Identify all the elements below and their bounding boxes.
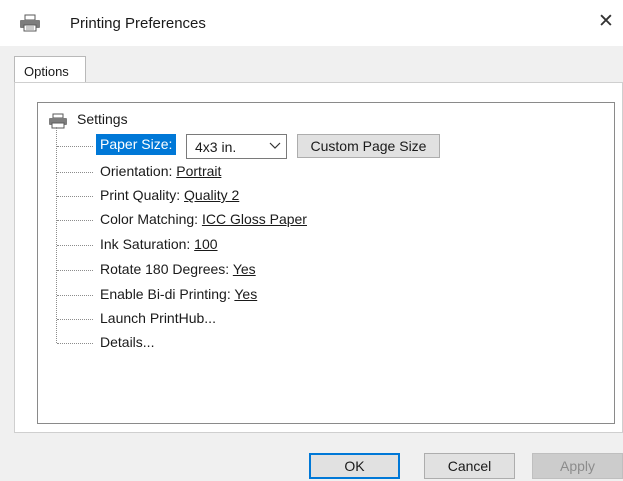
chevron-down-icon — [269, 139, 281, 153]
tree-connector — [57, 196, 93, 197]
item-value-link[interactable]: Quality 2 — [184, 187, 239, 203]
tree-item-color-matching[interactable]: Color Matching: ICC Gloss Paper — [100, 211, 307, 227]
close-button[interactable]: ✕ — [598, 12, 614, 31]
tab-options[interactable]: Options — [14, 56, 86, 82]
item-label: Rotate 180 Degrees: — [100, 261, 233, 277]
item-label: Details... — [100, 334, 155, 350]
tree-connector — [57, 172, 93, 173]
item-value-link[interactable]: Portrait — [176, 163, 221, 179]
tree-connector — [57, 220, 93, 221]
tree-connector — [57, 245, 93, 246]
tree-connector — [57, 270, 93, 271]
tree-connector — [56, 127, 57, 343]
tree-root-settings[interactable]: Settings — [77, 111, 128, 127]
item-value-link[interactable]: Yes — [233, 261, 256, 277]
tree-item-ink-saturation[interactable]: Ink Saturation: 100 — [100, 236, 218, 252]
apply-button[interactable]: Apply — [532, 453, 623, 479]
item-label: Print Quality: — [100, 187, 185, 203]
tree-item-paper-size[interactable]: Paper Size: — [96, 134, 177, 155]
tree-item-rotate-180[interactable]: Rotate 180 Degrees: Yes — [100, 261, 256, 277]
tree-item-bidi-printing[interactable]: Enable Bi-di Printing: Yes — [100, 286, 257, 302]
paper-size-value: 4x3 in. — [195, 139, 237, 155]
printer-icon — [19, 14, 41, 35]
item-label: Orientation: — [100, 163, 177, 179]
tree-item-print-quality[interactable]: Print Quality: Quality 2 — [100, 187, 239, 203]
ok-button[interactable]: OK — [309, 453, 400, 479]
cancel-button[interactable]: Cancel — [424, 453, 515, 479]
custom-page-size-button[interactable]: Custom Page Size — [297, 134, 440, 158]
item-label: Launch PrintHub... — [100, 310, 216, 326]
printer-icon — [48, 113, 68, 132]
tree-item-details[interactable]: Details... — [100, 334, 154, 350]
item-value-link[interactable]: Yes — [234, 286, 257, 302]
item-value-link[interactable]: 100 — [194, 236, 217, 252]
window-title: Printing Preferences — [70, 15, 206, 32]
tree-connector — [57, 295, 93, 296]
title-bar: Printing Preferences ✕ — [0, 0, 623, 46]
item-value-link[interactable]: ICC Gloss Paper — [202, 211, 307, 227]
tree-connector — [57, 146, 93, 147]
tree-connector — [57, 343, 93, 344]
tree-item-orientation[interactable]: Orientation: Portrait — [100, 163, 221, 179]
tree-connector — [57, 319, 93, 320]
tree-item-launch-printhub[interactable]: Launch PrintHub... — [100, 310, 216, 326]
item-label: Ink Saturation: — [100, 236, 195, 252]
paper-size-select[interactable]: 4x3 in. — [186, 134, 287, 159]
item-label: Color Matching: — [100, 211, 202, 227]
item-label: Enable Bi-di Printing: — [100, 286, 235, 302]
